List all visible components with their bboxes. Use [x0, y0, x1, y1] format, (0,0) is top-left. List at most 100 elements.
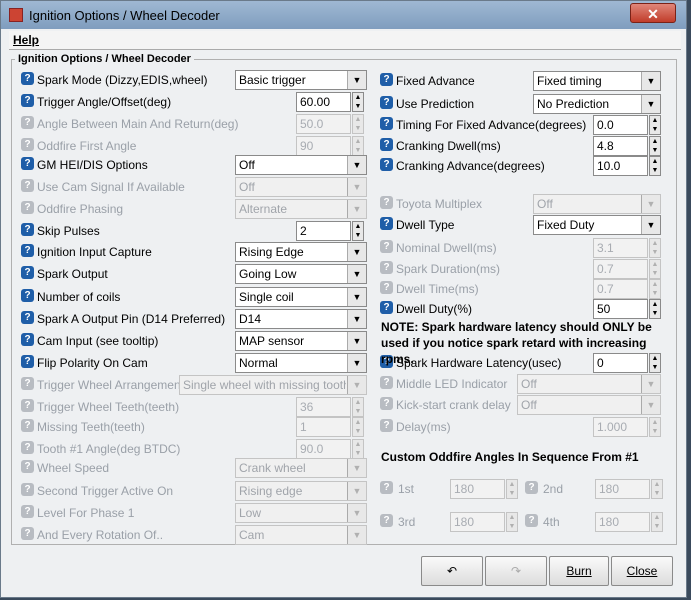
- number-spinner[interactable]: 90 ▲ ▼: [296, 136, 364, 156]
- dropdown[interactable]: Crank wheel ▼: [235, 458, 367, 478]
- chevron-down-icon[interactable]: ▼: [347, 310, 366, 328]
- number-spinner[interactable]: 3.1 ▲ ▼: [593, 238, 661, 258]
- number-spinner[interactable]: 1.000 ▲ ▼: [593, 417, 661, 437]
- spin-up-icon[interactable]: ▲: [652, 240, 659, 247]
- help-icon[interactable]: ?: [21, 157, 34, 170]
- spin-up-icon[interactable]: ▲: [355, 441, 362, 448]
- help-icon[interactable]: ?: [525, 481, 538, 494]
- window-close-button[interactable]: ✕: [630, 3, 676, 23]
- spin-down-icon[interactable]: ▼: [652, 249, 659, 256]
- number-spinner[interactable]: 180 ▲ ▼: [595, 512, 663, 532]
- spin-up-icon[interactable]: ▲: [652, 301, 659, 308]
- spin-down-icon[interactable]: ▼: [355, 232, 362, 239]
- spinner-arrows-icon[interactable]: ▲ ▼: [649, 417, 661, 437]
- undo-button[interactable]: ↶: [421, 556, 483, 586]
- chevron-down-icon[interactable]: ▼: [347, 200, 366, 218]
- chevron-down-icon[interactable]: ▼: [347, 265, 366, 283]
- dropdown[interactable]: Single coil ▼: [235, 287, 367, 307]
- help-icon[interactable]: ?: [380, 481, 393, 494]
- chevron-down-icon[interactable]: ▼: [347, 156, 366, 174]
- spin-down-icon[interactable]: ▼: [652, 167, 659, 174]
- dropdown[interactable]: No Prediction ▼: [533, 94, 661, 114]
- help-icon[interactable]: ?: [21, 419, 34, 432]
- spin-up-icon[interactable]: ▲: [652, 261, 659, 268]
- chevron-down-icon[interactable]: ▼: [347, 178, 366, 196]
- dropdown[interactable]: Fixed Duty ▼: [533, 215, 661, 235]
- chevron-down-icon[interactable]: ▼: [347, 504, 366, 522]
- spin-up-icon[interactable]: ▲: [654, 514, 661, 521]
- help-icon[interactable]: ?: [21, 201, 34, 214]
- spin-down-icon[interactable]: ▼: [652, 290, 659, 297]
- dropdown[interactable]: Basic trigger ▼: [235, 70, 367, 90]
- dropdown[interactable]: Alternate ▼: [235, 199, 367, 219]
- chevron-down-icon[interactable]: ▼: [347, 376, 366, 394]
- dropdown[interactable]: Cam ▼: [235, 525, 367, 545]
- spinner-arrows-icon[interactable]: ▲ ▼: [649, 115, 661, 135]
- spin-up-icon[interactable]: ▲: [509, 481, 516, 488]
- spin-down-icon[interactable]: ▼: [355, 147, 362, 154]
- spin-up-icon[interactable]: ▲: [652, 281, 659, 288]
- number-spinner[interactable]: 180 ▲ ▼: [595, 479, 663, 499]
- number-spinner[interactable]: 0.7 ▲ ▼: [593, 279, 661, 299]
- help-icon[interactable]: ?: [380, 217, 393, 230]
- help-icon[interactable]: ?: [21, 72, 34, 85]
- dropdown[interactable]: Fixed timing ▼: [533, 71, 661, 91]
- chevron-down-icon[interactable]: ▼: [347, 243, 366, 261]
- chevron-down-icon[interactable]: ▼: [641, 216, 660, 234]
- number-spinner[interactable]: 4.8 ▲ ▼: [593, 136, 661, 156]
- number-spinner[interactable]: 2 ▲ ▼: [296, 221, 364, 241]
- spin-up-icon[interactable]: ▲: [355, 399, 362, 406]
- spinner-arrows-icon[interactable]: ▲ ▼: [649, 259, 661, 279]
- chevron-down-icon[interactable]: ▼: [347, 354, 366, 372]
- help-icon[interactable]: ?: [21, 244, 34, 257]
- help-icon[interactable]: ?: [380, 397, 393, 410]
- dropdown[interactable]: Off ▼: [517, 374, 661, 394]
- dropdown[interactable]: Off ▼: [235, 155, 367, 175]
- spin-up-icon[interactable]: ▲: [355, 223, 362, 230]
- help-icon[interactable]: ?: [21, 399, 34, 412]
- close-button[interactable]: Close: [611, 556, 673, 586]
- help-icon[interactable]: ?: [380, 240, 393, 253]
- help-icon[interactable]: ?: [380, 196, 393, 209]
- help-icon[interactable]: ?: [21, 116, 34, 129]
- spin-up-icon[interactable]: ▲: [652, 419, 659, 426]
- number-spinner[interactable]: 10.0 ▲ ▼: [593, 156, 661, 176]
- chevron-down-icon[interactable]: ▼: [347, 71, 366, 89]
- help-icon[interactable]: ?: [21, 311, 34, 324]
- spinner-arrows-icon[interactable]: ▲ ▼: [352, 221, 364, 241]
- chevron-down-icon[interactable]: ▼: [347, 288, 366, 306]
- help-icon[interactable]: ?: [525, 514, 538, 527]
- dropdown[interactable]: Normal ▼: [235, 353, 367, 373]
- number-spinner[interactable]: 50.0 ▲ ▼: [296, 114, 364, 134]
- spin-down-icon[interactable]: ▼: [355, 428, 362, 435]
- spin-down-icon[interactable]: ▼: [509, 490, 516, 497]
- help-icon[interactable]: ?: [21, 460, 34, 473]
- chevron-down-icon[interactable]: ▼: [347, 526, 366, 544]
- help-icon[interactable]: ?: [380, 301, 393, 314]
- help-icon[interactable]: ?: [380, 376, 393, 389]
- chevron-down-icon[interactable]: ▼: [347, 459, 366, 477]
- help-icon[interactable]: ?: [380, 158, 393, 171]
- help-icon[interactable]: ?: [380, 514, 393, 527]
- help-icon[interactable]: ?: [21, 138, 34, 151]
- help-icon[interactable]: ?: [21, 289, 34, 302]
- spin-up-icon[interactable]: ▲: [355, 419, 362, 426]
- dropdown[interactable]: Rising Edge ▼: [235, 242, 367, 262]
- spin-up-icon[interactable]: ▲: [652, 158, 659, 165]
- help-icon[interactable]: ?: [21, 527, 34, 540]
- dropdown[interactable]: Single wheel with missing tooth ▼: [179, 375, 367, 395]
- help-icon[interactable]: ?: [380, 73, 393, 86]
- dropdown[interactable]: D14 ▼: [235, 309, 367, 329]
- help-icon[interactable]: ?: [21, 441, 34, 454]
- number-spinner[interactable]: 90.0 ▲ ▼: [296, 439, 364, 459]
- spinner-arrows-icon[interactable]: ▲ ▼: [352, 397, 364, 417]
- menu-help[interactable]: Help: [13, 33, 39, 47]
- number-spinner[interactable]: 50 ▲ ▼: [593, 299, 661, 319]
- number-spinner[interactable]: 180 ▲ ▼: [450, 512, 518, 532]
- spin-up-icon[interactable]: ▲: [652, 138, 659, 145]
- spinner-arrows-icon[interactable]: ▲ ▼: [649, 299, 661, 319]
- dropdown[interactable]: Off ▼: [235, 177, 367, 197]
- spinner-arrows-icon[interactable]: ▲ ▼: [649, 156, 661, 176]
- help-icon[interactable]: ?: [380, 419, 393, 432]
- dropdown[interactable]: Off ▼: [517, 395, 661, 415]
